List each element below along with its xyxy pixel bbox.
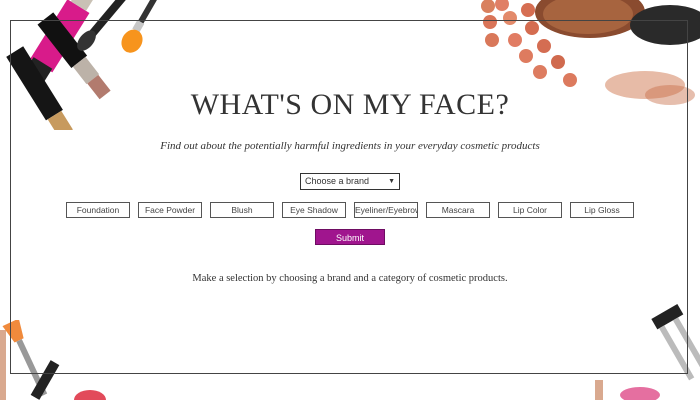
- category-buttons: Foundation Face Powder Blush Eye Shadow …: [0, 202, 700, 218]
- content-frame: [10, 20, 688, 374]
- chevron-down-icon: ▼: [388, 178, 395, 185]
- category-lip-gloss-button[interactable]: Lip Gloss: [570, 202, 634, 218]
- instruction-text: Make a selection by choosing a brand and…: [192, 273, 508, 284]
- page-title: WHAT'S ON MY FACE?: [190, 88, 510, 121]
- category-blush-button[interactable]: Blush: [210, 202, 274, 218]
- category-foundation-button[interactable]: Foundation: [66, 202, 130, 218]
- category-eyeliner-eyebrow-button[interactable]: Eyeliner/Eyebrow: [354, 202, 418, 218]
- category-eye-shadow-button[interactable]: Eye Shadow: [282, 202, 346, 218]
- brand-select[interactable]: Choose a brand ▼: [300, 173, 400, 190]
- category-face-powder-button[interactable]: Face Powder: [138, 202, 202, 218]
- page-subtitle: Find out about the potentially harmful i…: [160, 140, 540, 152]
- submit-button[interactable]: Submit: [315, 229, 385, 245]
- category-mascara-button[interactable]: Mascara: [426, 202, 490, 218]
- category-lip-color-button[interactable]: Lip Color: [498, 202, 562, 218]
- brand-select-value: Choose a brand: [305, 176, 370, 186]
